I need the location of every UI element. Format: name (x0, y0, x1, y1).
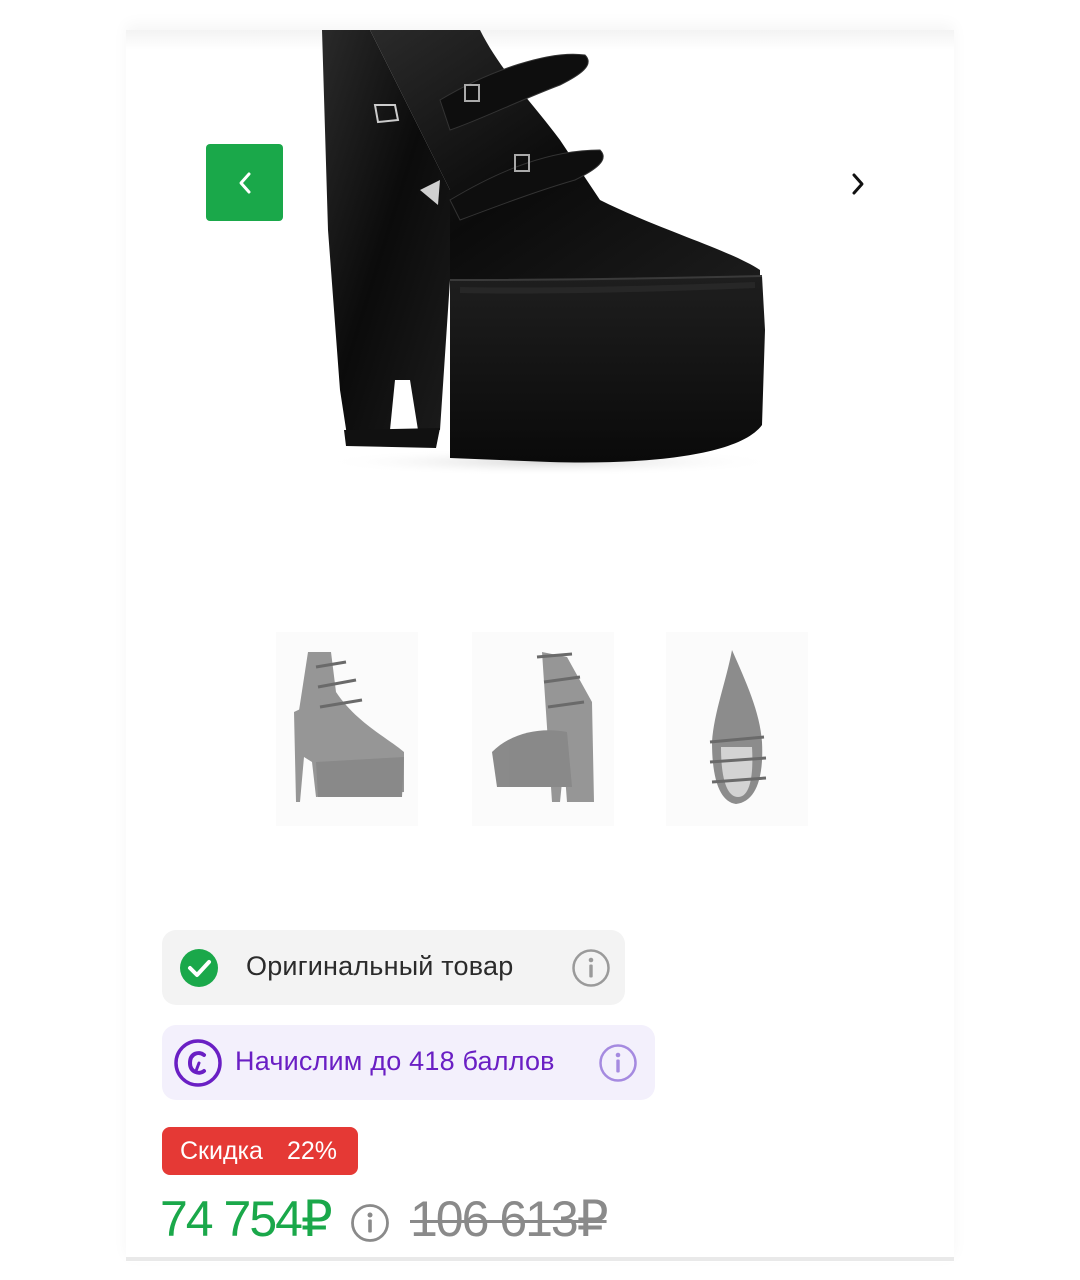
chevron-left-icon (239, 172, 250, 193)
info-icon[interactable] (571, 948, 611, 988)
current-price: 74 754₽ (160, 1191, 333, 1247)
discount-label: Скидка (180, 1137, 263, 1165)
thumbnail-side-view[interactable] (276, 632, 418, 826)
thumbnail-top-view[interactable] (666, 632, 808, 826)
thumbnail-back-view[interactable] (472, 632, 614, 826)
bonus-points-badge: Начислим до 418 баллов (162, 1025, 655, 1100)
gallery-prev-button[interactable] (206, 144, 283, 221)
info-icon[interactable] (350, 1203, 390, 1243)
old-price: 106 613₽ (410, 1191, 609, 1247)
info-icon[interactable] (598, 1043, 638, 1083)
original-product-badge: Оригинальный товар (162, 930, 625, 1005)
check-circle-icon (180, 949, 218, 987)
original-product-label: Оригинальный товар (246, 951, 514, 981)
bottom-divider (126, 1257, 954, 1261)
gallery-next-button[interactable] (838, 164, 878, 204)
discount-percent: 22% (287, 1137, 338, 1165)
discount-badge: Скидка 22% (162, 1127, 358, 1175)
bonus-points-label: Начислим до 418 баллов (235, 1046, 555, 1076)
hero-product-image[interactable] (300, 30, 780, 480)
chevron-right-icon (852, 173, 864, 195)
bonus-coin-icon (174, 1039, 222, 1087)
